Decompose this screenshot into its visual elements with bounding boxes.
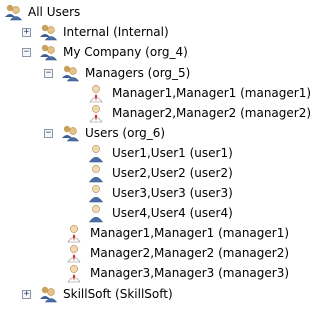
tree-node-skillsoft[interactable]: + SkillSoft (SkillSoft) <box>22 284 173 304</box>
tree-node-users[interactable]: − Users (org_6) <box>44 123 165 143</box>
collapse-toggle[interactable]: − <box>44 128 53 138</box>
tree-node-user3[interactable]: User3,User3 (user3) <box>86 183 233 203</box>
group-icon <box>37 22 59 42</box>
expand-toggle[interactable]: + <box>22 289 31 299</box>
tree-node-managers[interactable]: − Managers (org_5) <box>44 63 190 83</box>
user-icon <box>86 203 108 223</box>
tree-node-label: User4,User4 (user4) <box>112 206 233 220</box>
tree-node-user1[interactable]: User1,User1 (user1) <box>86 143 233 163</box>
tree-node-all-users[interactable]: All Users <box>2 2 80 22</box>
group-icon <box>59 123 81 143</box>
group-icon <box>59 63 81 83</box>
tree-node-internal[interactable]: + Internal (Internal) <box>22 22 169 42</box>
tree-node-manager1[interactable]: Manager1,Manager1 (manager1) <box>86 83 311 103</box>
manager-user-icon <box>64 223 86 243</box>
tree-node-label: Manager3,Manager3 (manager3) <box>90 266 290 280</box>
tree-node-label: Manager1,Manager1 (manager1) <box>90 226 290 240</box>
expand-toggle[interactable]: + <box>22 27 31 37</box>
tree-node-user4[interactable]: User4,User4 (user4) <box>86 203 233 223</box>
manager-user-icon <box>86 103 108 123</box>
tree-node-label: User2,User2 (user2) <box>112 166 233 180</box>
user-tree: All Users + Internal (Internal) − My Com… <box>0 0 311 311</box>
user-icon <box>86 163 108 183</box>
tree-node-manager2-org4[interactable]: Manager2,Manager2 (manager2) <box>64 243 289 263</box>
collapse-toggle[interactable]: − <box>22 47 31 57</box>
tree-node-manager1-org4[interactable]: Manager1,Manager1 (manager1) <box>64 223 289 243</box>
user-icon <box>86 183 108 203</box>
tree-node-my-company[interactable]: − My Company (org_4) <box>22 42 188 62</box>
tree-node-label: Users (org_6) <box>85 126 166 140</box>
group-icon <box>2 2 24 22</box>
tree-node-manager3-org4[interactable]: Manager3,Manager3 (manager3) <box>64 263 289 283</box>
tree-node-label: Manager2,Manager2 (manager2) <box>90 246 290 260</box>
tree-node-label: Manager1,Manager1 (manager1) <box>112 86 312 100</box>
tree-node-label: My Company (org_4) <box>63 45 188 59</box>
manager-user-icon <box>64 243 86 263</box>
collapse-toggle[interactable]: − <box>44 68 53 78</box>
user-icon <box>86 143 108 163</box>
group-icon <box>37 42 59 62</box>
tree-node-user2[interactable]: User2,User2 (user2) <box>86 163 233 183</box>
tree-node-label: SkillSoft (SkillSoft) <box>63 287 173 301</box>
tree-node-manager2[interactable]: Manager2,Manager2 (manager2) <box>86 103 311 123</box>
tree-node-label: Manager2,Manager2 (manager2) <box>112 106 312 120</box>
manager-user-icon <box>64 263 86 283</box>
group-icon <box>37 284 59 304</box>
tree-node-label: User1,User1 (user1) <box>112 146 233 160</box>
tree-node-label: Managers (org_5) <box>85 66 191 80</box>
tree-node-label: User3,User3 (user3) <box>112 186 233 200</box>
tree-node-label: Internal (Internal) <box>63 25 169 39</box>
tree-node-label: All Users <box>28 5 81 19</box>
manager-user-icon <box>86 83 108 103</box>
